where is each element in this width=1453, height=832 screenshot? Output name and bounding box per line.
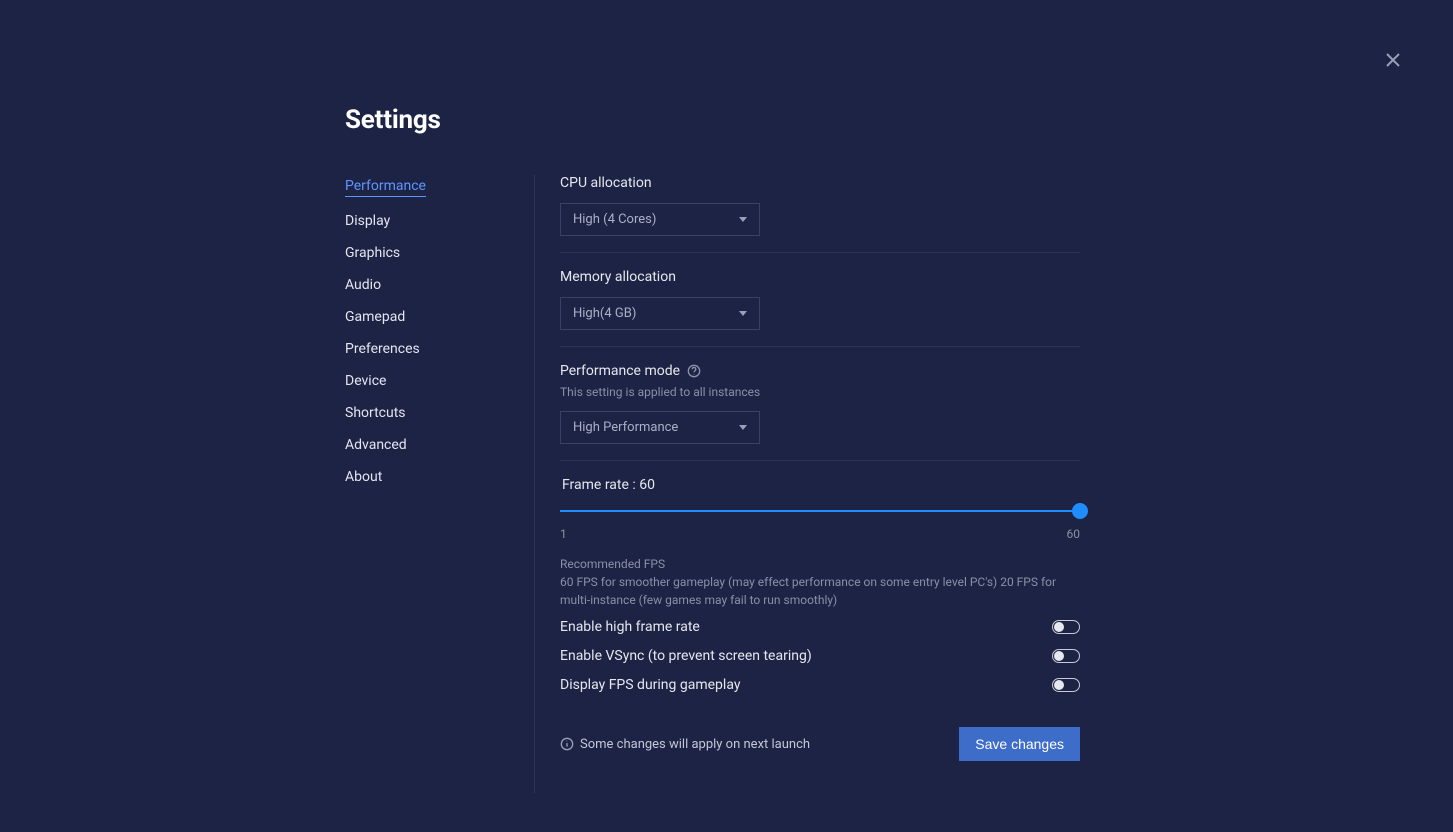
enable-high-frame-rate-label: Enable high frame rate bbox=[560, 619, 700, 635]
sidebar-item-audio[interactable]: Audio bbox=[345, 277, 514, 293]
frame-rate-value: 60 bbox=[639, 477, 655, 493]
frame-rate-label: Frame rate : 60 bbox=[562, 477, 1080, 493]
cpu-allocation-label: CPU allocation bbox=[560, 175, 1080, 191]
performance-mode-helper: This setting is applied to all instances bbox=[560, 385, 1080, 399]
slider-track-fill bbox=[560, 510, 1080, 512]
frame-rate-slider[interactable] bbox=[560, 503, 1080, 519]
performance-mode-value: High Performance bbox=[573, 420, 678, 435]
settings-sidebar: Performance Display Graphics Audio Gamep… bbox=[345, 175, 535, 793]
info-icon bbox=[560, 737, 574, 751]
sidebar-item-preferences[interactable]: Preferences bbox=[345, 341, 514, 357]
memory-allocation-select[interactable]: High(4 GB) bbox=[560, 297, 760, 330]
frame-rate-max: 60 bbox=[1067, 527, 1081, 541]
slider-thumb[interactable] bbox=[1072, 503, 1088, 519]
performance-mode-select[interactable]: High Performance bbox=[560, 411, 760, 444]
enable-vsync-toggle[interactable] bbox=[1052, 649, 1080, 663]
enable-vsync-label: Enable VSync (to prevent screen tearing) bbox=[560, 648, 812, 664]
performance-mode-label: Performance mode bbox=[560, 363, 680, 379]
sidebar-item-about[interactable]: About bbox=[345, 469, 514, 485]
sidebar-item-graphics[interactable]: Graphics bbox=[345, 245, 514, 261]
sidebar-item-performance[interactable]: Performance bbox=[345, 178, 426, 197]
sidebar-item-advanced[interactable]: Advanced bbox=[345, 437, 514, 453]
help-icon[interactable] bbox=[686, 363, 702, 379]
launch-notice: Some changes will apply on next launch bbox=[560, 737, 810, 752]
page-title: Settings bbox=[345, 105, 1108, 135]
launch-notice-text: Some changes will apply on next launch bbox=[580, 737, 810, 752]
caret-down-icon bbox=[739, 311, 747, 316]
recommended-fps-title: Recommended FPS bbox=[560, 557, 1080, 571]
close-button[interactable] bbox=[1381, 48, 1405, 72]
memory-allocation-value: High(4 GB) bbox=[573, 306, 636, 321]
sidebar-item-gamepad[interactable]: Gamepad bbox=[345, 309, 514, 325]
cpu-allocation-value: High (4 Cores) bbox=[573, 212, 656, 227]
settings-content: CPU allocation High (4 Cores) Memory all… bbox=[535, 175, 1080, 793]
display-fps-label: Display FPS during gameplay bbox=[560, 677, 740, 693]
frame-rate-label-prefix: Frame rate : bbox=[562, 477, 639, 493]
frame-rate-min: 1 bbox=[560, 527, 567, 541]
save-changes-button[interactable]: Save changes bbox=[959, 727, 1080, 761]
caret-down-icon bbox=[739, 217, 747, 222]
sidebar-item-shortcuts[interactable]: Shortcuts bbox=[345, 405, 514, 421]
display-fps-toggle[interactable] bbox=[1052, 678, 1080, 692]
caret-down-icon bbox=[739, 425, 747, 430]
sidebar-item-device[interactable]: Device bbox=[345, 373, 514, 389]
cpu-allocation-select[interactable]: High (4 Cores) bbox=[560, 203, 760, 236]
toggle-knob bbox=[1054, 622, 1064, 632]
enable-high-frame-rate-toggle[interactable] bbox=[1052, 620, 1080, 634]
memory-allocation-label: Memory allocation bbox=[560, 269, 1080, 285]
recommended-fps-text: 60 FPS for smoother gameplay (may effect… bbox=[560, 573, 1080, 609]
toggle-knob bbox=[1054, 651, 1064, 661]
toggle-knob bbox=[1054, 680, 1064, 690]
sidebar-item-display[interactable]: Display bbox=[345, 213, 514, 229]
